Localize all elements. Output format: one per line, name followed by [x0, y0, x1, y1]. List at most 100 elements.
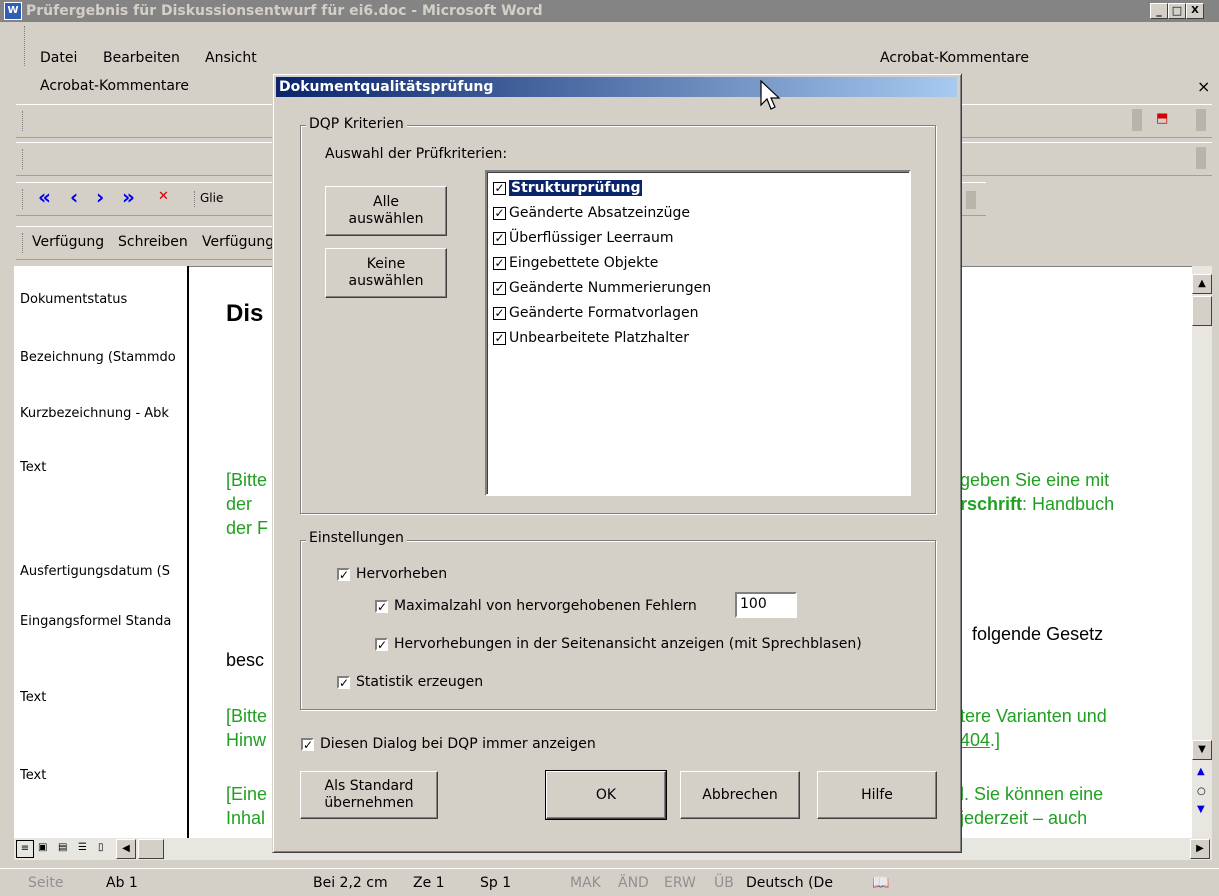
scroll-up-icon[interactable]: ▲: [1192, 274, 1212, 294]
statusbar: Seite Ab 1 Bei 2,2 cm Ze 1 Sp 1 MAK ÄND …: [0, 868, 1219, 896]
dqp-dialog: Dokumentqualitätsprüfung DQP Kriterien A…: [272, 73, 962, 853]
print-view-icon[interactable]: ▤: [58, 842, 67, 853]
previous-page-icon[interactable]: ▲: [1197, 766, 1205, 777]
criterion-item[interactable]: ✓ Geänderte Nummerierungen: [493, 277, 711, 299]
settings-group-label: Einstellungen: [306, 530, 407, 546]
status-overtype[interactable]: ÜB: [714, 875, 734, 891]
criterion-label: Unbearbeitete Platzhalter: [509, 330, 689, 346]
style-dropdown[interactable]: Glie: [200, 191, 223, 205]
page-view-checkbox[interactable]: ✓ Hervorhebungen in der Seitenansicht anz…: [375, 636, 862, 652]
statistics-checkbox[interactable]: ✓ Statistik erzeugen: [337, 674, 483, 690]
criterion-label: Überflüssiger Leerraum: [509, 230, 674, 246]
vertical-scrollbar[interactable]: ▲ ▼ ▲ ○ ▼: [1192, 266, 1212, 838]
next-page-icon[interactable]: ▼: [1197, 804, 1205, 815]
menu-acrobat-row2[interactable]: Acrobat-Kommentare: [40, 78, 189, 94]
scroll-left-icon[interactable]: ◀: [116, 839, 136, 859]
toolbar-grip-2[interactable]: [22, 149, 26, 169]
first-icon[interactable]: «: [38, 185, 51, 209]
scroll-right-icon[interactable]: ▶: [1190, 839, 1210, 859]
help-button[interactable]: Hilfe: [817, 771, 937, 819]
statistics-label: Statistik erzeugen: [356, 674, 484, 690]
spellcheck-book-icon[interactable]: 📖: [872, 875, 889, 891]
criterion-item[interactable]: ✓ Geänderte Absatzeinzüge: [493, 202, 690, 224]
select-all-label-2: auswählen: [348, 211, 424, 227]
checkbox-checked-icon[interactable]: ✓: [493, 231, 506, 245]
scroll-thumb[interactable]: [1192, 296, 1212, 326]
menu-datei[interactable]: Datei: [40, 50, 77, 66]
toolbar-overflow-icon-2[interactable]: [1196, 109, 1206, 131]
window-title: Prüfergebnis für Diskussionsentwurf für …: [26, 3, 543, 19]
menu-ansicht[interactable]: Ansicht: [205, 50, 257, 66]
checkbox-checked-icon[interactable]: ✓: [375, 599, 388, 613]
select-none-button[interactable]: Keine auswählen: [325, 248, 447, 298]
web-view-icon[interactable]: ▣: [38, 842, 47, 853]
highlight-checkbox[interactable]: ✓ Hervorheben: [337, 566, 447, 582]
criterion-item[interactable]: ✓ Geänderte Formatvorlagen: [493, 302, 699, 324]
doc-text: geben Sie eine mit: [960, 470, 1110, 490]
style-label: Eingangsformel Standa: [20, 614, 172, 629]
criterion-item[interactable]: ✓ Strukturprüfung: [493, 177, 643, 199]
verfuegung-button[interactable]: Verfügung: [32, 234, 104, 250]
style-label: Text: [20, 460, 47, 475]
toolbar-grip-4[interactable]: [22, 233, 26, 253]
status-track-changes[interactable]: ÄND: [618, 875, 649, 891]
criteria-listbox[interactable]: ✓ Strukturprüfung ✓ Geänderte Absatzeinzüg…: [485, 170, 911, 496]
criterion-item[interactable]: ✓ Unbearbeitete Platzhalter: [493, 327, 689, 349]
remove-marker-icon[interactable]: ✕: [158, 189, 169, 204]
toolbar-overflow-icon-3[interactable]: [1196, 147, 1206, 169]
checkbox-checked-icon[interactable]: ✓: [493, 206, 506, 220]
criterion-item[interactable]: ✓ Eingebettete Objekte: [493, 252, 658, 274]
toolbar-grip-3[interactable]: [22, 189, 26, 209]
scroll-down-icon[interactable]: ▼: [1192, 740, 1212, 760]
doc-text: jederzeit – auch: [960, 808, 1088, 828]
checkbox-checked-icon[interactable]: ✓: [493, 181, 506, 195]
checkbox-checked-icon[interactable]: ✓: [493, 256, 506, 270]
browse-object-icon[interactable]: ○: [1197, 786, 1206, 797]
status-column: Sp 1: [480, 875, 512, 891]
always-show-checkbox[interactable]: ✓ Diesen Dialog bei DQP immer anzeigen: [301, 736, 596, 752]
checkbox-checked-icon[interactable]: ✓: [493, 306, 506, 320]
menu-acrobat[interactable]: Acrobat-Kommentare: [880, 50, 1029, 66]
checkbox-checked-icon[interactable]: ✓: [337, 567, 350, 581]
doc-text: Inhal: [226, 808, 266, 828]
status-extend[interactable]: ERW: [664, 875, 696, 891]
checkbox-checked-icon[interactable]: ✓: [493, 331, 506, 345]
status-macro[interactable]: MAK: [570, 875, 601, 891]
as-default-button[interactable]: Als Standard übernehmen: [300, 771, 438, 819]
next-icon[interactable]: ›: [96, 185, 104, 209]
max-errors-input[interactable]: 100: [735, 592, 797, 618]
minimize-button[interactable]: _: [1150, 3, 1168, 19]
close-button[interactable]: X: [1186, 3, 1204, 19]
doc-link[interactable]: 404: [960, 730, 990, 750]
as-default-label-1: Als Standard: [324, 778, 414, 794]
doc-text: der: [226, 494, 253, 514]
toolbar-overflow-icon-4[interactable]: [966, 191, 976, 209]
cancel-button[interactable]: Abbrechen: [680, 771, 800, 819]
previous-icon[interactable]: ‹: [70, 185, 78, 209]
checkbox-checked-icon[interactable]: ✓: [493, 281, 506, 295]
schreiben-button[interactable]: Schreiben: [118, 234, 188, 250]
max-errors-label: Maximalzahl von hervorgehobenen Fehlern: [394, 598, 697, 614]
normal-view-icon[interactable]: ≡: [16, 840, 34, 858]
criterion-item[interactable]: ✓ Überflüssiger Leerraum: [493, 227, 674, 249]
status-language[interactable]: Deutsch (De: [746, 875, 833, 891]
last-icon[interactable]: »: [122, 185, 135, 209]
doc-text: l. Sie können eine: [960, 784, 1104, 804]
checkbox-checked-icon[interactable]: ✓: [337, 675, 350, 689]
reading-view-icon[interactable]: ▯: [98, 842, 104, 853]
toolbar-grip[interactable]: [22, 111, 26, 131]
select-all-button[interactable]: Alle auswählen: [325, 186, 447, 236]
ok-button[interactable]: OK: [545, 770, 667, 820]
outline-view-icon[interactable]: ☰: [78, 842, 87, 853]
max-errors-checkbox[interactable]: ✓ Maximalzahl von hervorgehobenen Fehlern: [375, 598, 697, 614]
verfuegung-button-2[interactable]: Verfügung: [202, 234, 274, 250]
toolbar-overflow-icon[interactable]: [1132, 109, 1142, 131]
checkbox-checked-icon[interactable]: ✓: [375, 637, 388, 651]
menu-close-icon[interactable]: ×: [1197, 77, 1210, 96]
maximize-button[interactable]: □: [1168, 3, 1186, 19]
pdf-icon[interactable]: ⬒: [1156, 111, 1172, 129]
menu-bearbeiten[interactable]: Bearbeiten: [103, 50, 180, 66]
menubar-grip[interactable]: [24, 26, 28, 66]
hscroll-thumb[interactable]: [138, 839, 164, 859]
checkbox-checked-icon[interactable]: ✓: [301, 737, 314, 751]
